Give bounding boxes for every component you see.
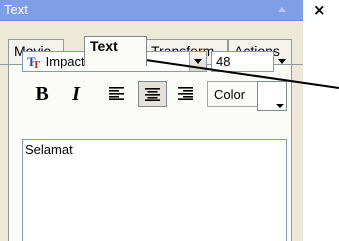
- font-size-input[interactable]: 48: [211, 51, 274, 72]
- bold-button[interactable]: B: [30, 81, 54, 107]
- align-center-button[interactable]: [138, 81, 167, 107]
- background-area: [303, 21, 339, 241]
- color-button[interactable]: Color: [207, 81, 261, 107]
- color-label: Color: [214, 87, 246, 102]
- tab-text[interactable]: Text: [84, 36, 147, 66]
- font-family-value: Impact: [45, 54, 85, 69]
- color-swatch[interactable]: [257, 81, 287, 111]
- align-center-icon: [145, 88, 160, 101]
- font-size-value: 48: [216, 54, 231, 69]
- text-content-area[interactable]: Selamat: [22, 139, 287, 241]
- scroll-up-icon[interactable]: [277, 4, 287, 14]
- panel-title: Text: [4, 2, 28, 17]
- align-left-button[interactable]: [105, 81, 129, 107]
- align-right-button[interactable]: [174, 81, 198, 107]
- panel-title-bar: Text: [0, 0, 303, 21]
- align-left-icon: [109, 87, 124, 100]
- tab-label: Text: [90, 38, 118, 54]
- dropdown-arrow-icon: [276, 104, 284, 108]
- align-right-icon: [178, 87, 193, 100]
- text-content: Selamat: [25, 142, 73, 157]
- italic-button[interactable]: I: [64, 81, 88, 107]
- font-size-dropdown-icon[interactable]: [275, 52, 290, 71]
- close-icon[interactable]: ×: [313, 1, 326, 19]
- truetype-font-icon: TT: [27, 54, 41, 71]
- dropdown-arrow-icon[interactable]: [189, 52, 206, 71]
